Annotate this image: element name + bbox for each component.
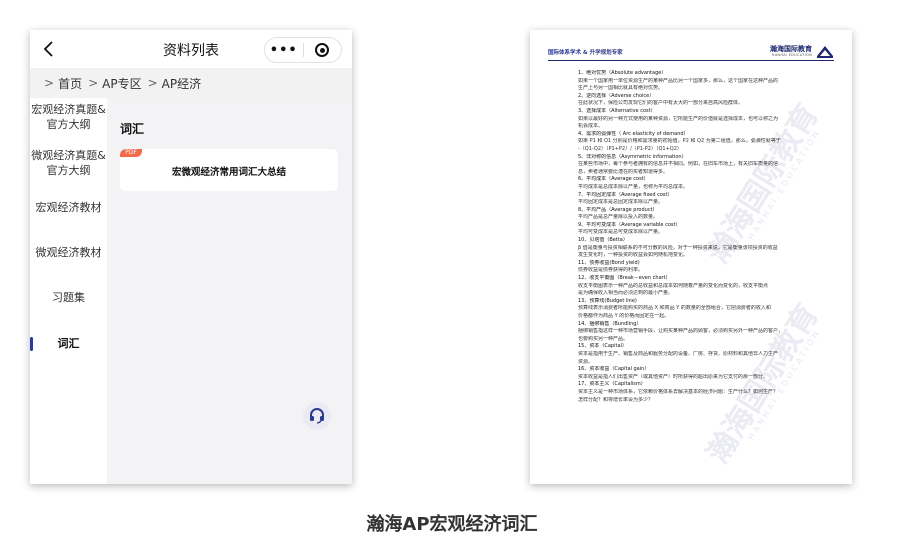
doc-term-heading: 12、收支平衡图（Break－even chart） — [578, 275, 671, 282]
doc-term-heading: 17、资本主义（Capitalism） — [578, 381, 646, 388]
doc-term-heading: 9、平均可变成本（Average variable cost） — [578, 221, 681, 228]
doc-term-heading: 7、平均固定成本（Average fixed cost） — [578, 191, 673, 198]
doc-text-line: 平均固定成本是总固定成本除以产量。 — [578, 199, 664, 206]
doc-text-line: 发生变化时，一种投资的收益会如何随机地变化。 — [578, 252, 689, 259]
doc-term-heading: 10、贝塔值（Betta） — [578, 237, 628, 244]
brand-logo-icon — [816, 43, 834, 58]
doc-term-heading: 2、逆向选择（Adverse choice） — [578, 92, 655, 99]
phone-screen: 资料列表 ••• > 首页 > AP专区 > AP经济 宏观经济真题&官方大纲 … — [30, 30, 352, 484]
doc-header: 国际体系学术 & 升学规划专家 瀚海国际教育 HANHAI EDUCATION — [548, 42, 834, 60]
doc-header-rule — [548, 60, 834, 61]
doc-text-line: 资本是指用于生产、销售及商品和服务分配的设备、厂房、存货、原材料和其他非人力生产 — [578, 350, 779, 357]
file-title: 宏微观经济常用词汇大总结 — [171, 167, 286, 178]
file-type-badge: PDF — [120, 149, 142, 157]
document-preview: 国际体系学术 & 升学规划专家 瀚海国际教育 HANHAI EDUCATION … — [530, 30, 852, 484]
headset-icon[interactable] — [303, 402, 331, 430]
nav-bar: 资料列表 ••• — [30, 30, 352, 68]
doc-header-tag: 国际体系学术 & 升学规划专家 — [548, 50, 623, 56]
doc-text-line: -（Q1-Q2）（P1+P2）/（P1-P2）（Q1+Q2） — [578, 145, 682, 152]
chevron-right-icon: > — [88, 76, 99, 90]
target-close-icon[interactable] — [303, 43, 341, 57]
sidebar-item-macro-exams[interactable]: 宏观经济真题&官方大纲 — [30, 102, 107, 132]
doc-text-line: 怎样分配？和将增长率设为多少？ — [578, 396, 654, 403]
doc-text-line: 如果一个国家用一单位资源生产的某种产品比另一个国家多，那么，这个国家在这种产品的 — [578, 77, 779, 84]
doc-term-heading: 13、预算线(Budget line) — [578, 297, 637, 304]
breadcrumb-ap[interactable]: AP专区 — [102, 75, 141, 92]
file-card[interactable]: PDF 宏微观经济常用词汇大总结 — [120, 149, 338, 191]
doc-text-line: 债券收益是债券获得的利率。 — [578, 267, 644, 274]
sidebar-item-exercises[interactable]: 习题集 — [30, 290, 107, 305]
doc-term-heading: 6、平均成本（Average cost） — [578, 176, 649, 183]
doc-term-heading: 16、资本收益（Capital gain） — [578, 366, 650, 373]
doc-text-line: 息，卖者通常要比潜在的买者知道得多。 — [578, 168, 669, 175]
doc-text-line: 生产上与另一国相比就具有绝对优势。 — [578, 85, 664, 92]
doc-text-line: 资源。 — [578, 358, 594, 365]
doc-brand-sub: HANHAI EDUCATION — [771, 53, 812, 57]
doc-text-line: 平均产品是总产量除以投入的数量。 — [578, 214, 659, 221]
more-dots-icon[interactable]: ••• — [265, 43, 303, 58]
doc-text-line: 在此状况下，保险公司发现它们的客户中有太大的一部分来自高风险群体。 — [578, 100, 744, 107]
doc-text-line: 是为确保收入相当而必须达到的最小产量。 — [578, 290, 674, 297]
sidebar: 宏观经济真题&官方大纲 微观经济真题&官方大纲 宏观经济教材 微观经济教材 习题… — [30, 98, 107, 484]
doc-text-line: 也要购买另一种产品。 — [578, 335, 629, 342]
doc-term-heading: 1、绝对优势（Absolute advantage） — [578, 70, 667, 76]
doc-text-line: 机会成本。 — [578, 123, 604, 130]
doc-text-line: 预算线表示消费者所能购买的商品 X 和商品 Y 的数量的全部组合，它把消费者的收… — [578, 305, 771, 312]
doc-text-line: 捆绑销售指这样一种市场营销手段，让购买某种产品的顾客，必须购买另外一种产品的客户… — [578, 328, 784, 335]
doc-term-heading: 15、资本（Capital） — [578, 343, 627, 350]
doc-text-line: β 值是衡量与投资相联系的不可分散的风险。对于一种投资来说，它是衡量该项投资的收… — [578, 244, 778, 251]
doc-text-line: 收支平衡图表示一种产品的总收益和总成本如何随着产量的变化而变化的，收支平衡点 — [578, 282, 769, 289]
doc-text-line: 价格都作为商品 Y 的价格而固定在一起。 — [578, 313, 670, 319]
doc-text-line: 如果 P1 和 Q1 分别是价格和需求量的初始值，P2 和 Q2 为第二组值，那… — [578, 138, 781, 145]
breadcrumb-home[interactable]: 首页 — [58, 75, 82, 92]
doc-term-heading: 4、需求的弧弹性（ Arc elasticity of demand） — [578, 130, 689, 137]
content-area: 词汇 PDF 宏微观经济常用词汇大总结 — [107, 98, 352, 484]
doc-text-line: 资本主义是一种市场体系，它依赖价格体系去解决基本的经济问题：生产什么？如何生产？ — [578, 388, 779, 395]
caption: 瀚海AP宏观经济词汇 — [366, 514, 538, 535]
breadcrumb-ap-econ[interactable]: AP经济 — [162, 75, 201, 92]
doc-text-line: 如果以最好的另一种方式使用的某种资源，它所能生产的价值就是选择成本，也可以称之为 — [578, 115, 779, 122]
doc-term-heading: 11、债券收益(Bond yield) — [578, 259, 640, 266]
sidebar-item-vocab[interactable]: 词汇 — [30, 336, 107, 351]
doc-term-heading: 8、平均产品（Average product） — [578, 206, 658, 213]
breadcrumb: > 首页 > AP专区 > AP经济 — [30, 68, 352, 98]
doc-text-line: 在某些市场中，每个参与者拥有的信息并不相同。例如，在旧车市场上，有关旧车质量的信 — [578, 161, 779, 168]
sidebar-item-micro-exams[interactable]: 微观经济真题&官方大纲 — [30, 148, 107, 178]
sidebar-item-micro-textbook[interactable]: 微观经济教材 — [30, 245, 107, 260]
sidebar-item-macro-textbook[interactable]: 宏观经济教材 — [30, 200, 107, 215]
section-title: 词汇 — [120, 122, 145, 136]
doc-term-heading: 3、选择成本（Alternative cost） — [578, 107, 656, 114]
doc-text-line: 平均成本是总成本除以产量，也称为平均总成本。 — [578, 183, 689, 190]
chevron-right-icon: > — [147, 76, 158, 90]
chevron-right-icon: > — [44, 76, 55, 90]
doc-text-line: 平均可变成本是总可变成本除以产量。 — [578, 229, 664, 236]
doc-text-line: 资本收益是指人们出售资产（或其他资产）时所获得的超出原来为它支付的那一部分。 — [578, 373, 769, 380]
capsule-menu: ••• — [264, 37, 342, 63]
doc-term-heading: 14、捆绑销售（Bundling） — [578, 320, 642, 327]
doc-body: 1、绝对优势（Absolute advantage） 如果一个国家用一单位资源生产… — [578, 70, 824, 404]
doc-term-heading: 5、非对称的信息（Asymmetric information） — [578, 153, 687, 160]
